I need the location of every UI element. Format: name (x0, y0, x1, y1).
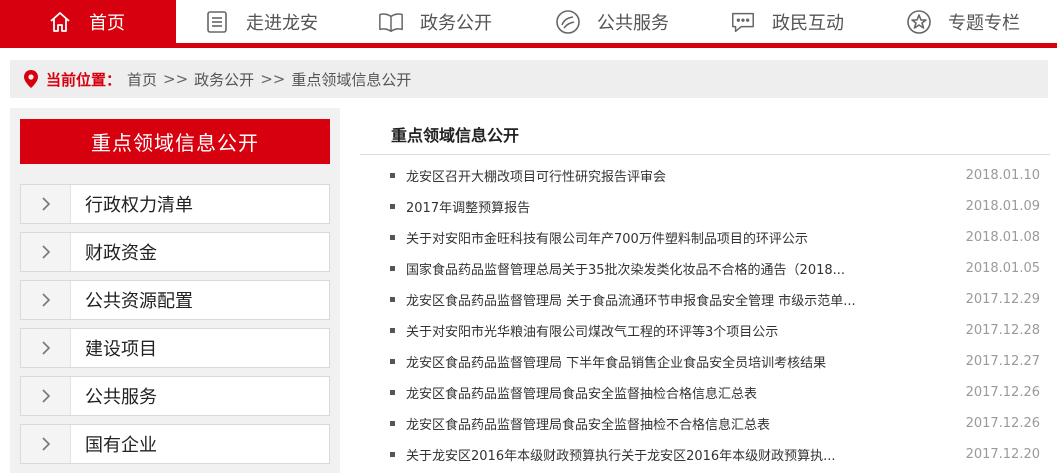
article-title[interactable]: 关于龙安区2016年本级财政预算执行关于龙安区2016年本级财政预算执... (406, 445, 960, 464)
sidebar-item-state-enterprise[interactable]: 国有企业 (20, 424, 330, 464)
breadcrumb-label: 当前位置： (46, 70, 122, 89)
breadcrumb-link-home[interactable]: 首页 (127, 69, 157, 90)
service-circle-icon (555, 9, 581, 35)
chevron-right-icon (21, 185, 71, 223)
bullet-square-icon (390, 452, 395, 457)
article-date: 2018.01.08 (965, 230, 1040, 245)
bullet-square-icon (390, 328, 395, 333)
list-item[interactable]: 龙安区召开大棚改项目可行性研究报告评审会 2018.01.10 (390, 160, 1040, 191)
open-book-icon (378, 9, 404, 35)
article-title[interactable]: 2017年调整预算报告 (406, 197, 960, 216)
nav-item-home[interactable]: 首页 (0, 0, 176, 43)
sidebar-item-label: 行政权力清单 (85, 195, 193, 216)
nav-item-label: 政民互动 (772, 12, 844, 34)
nav-item-gov-open[interactable]: 政务公开 (378, 0, 492, 43)
nav-item-label: 专题专栏 (948, 12, 1020, 34)
breadcrumb-separator: >> (260, 70, 286, 88)
chevron-right-icon (21, 377, 71, 415)
list-item[interactable]: 关于龙安区2016年本级财政预算执行关于龙安区2016年本级财政预算执... 2… (390, 439, 1040, 470)
sidebar: 重点领域信息公开 行政权力清单 财政资金 公共资源配置 建设项目 公共服务 国有 (10, 108, 340, 473)
article-title[interactable]: 龙安区食品药品监督管理局食品安全监督抽检不合格信息汇总表 (406, 414, 960, 433)
article-date: 2018.01.10 (965, 168, 1040, 183)
sidebar-title: 重点领域信息公开 (20, 119, 330, 164)
location-pin-icon (24, 70, 38, 88)
sidebar-item-public-resources[interactable]: 公共资源配置 (20, 280, 330, 320)
nav-item-label: 公共服务 (597, 12, 669, 34)
article-title[interactable]: 国家食品药品监督管理总局关于35批次染发类化妆品不合格的通告（2018... (406, 259, 960, 278)
breadcrumb-current: 重点领域信息公开 (291, 70, 412, 89)
chevron-right-icon (21, 281, 71, 319)
article-date: 2017.12.20 (965, 447, 1040, 462)
chat-bubble-icon (730, 9, 756, 35)
section-divider (360, 154, 1050, 155)
list-item[interactable]: 2017年调整预算报告 2018.01.09 (390, 191, 1040, 222)
main-nav: 首页 走进龙安 政务公开 公共服务 政民互动 专题专栏 (0, 0, 1057, 43)
article-title[interactable]: 龙安区食品药品监督管理局 关于食品流通环节申报食品安全管理 市级示范单... (406, 290, 960, 309)
article-date: 2017.12.26 (965, 416, 1040, 431)
document-list-icon (204, 9, 230, 35)
list-item[interactable]: 龙安区食品药品监督管理局食品安全监督抽检不合格信息汇总表 2017.12.26 (390, 408, 1040, 439)
list-item[interactable]: 国家食品药品监督管理总局关于35批次染发类化妆品不合格的通告（2018... 2… (390, 253, 1040, 284)
bullet-square-icon (390, 421, 395, 426)
list-item[interactable]: 龙安区食品药品监督管理局 关于食品流通环节申报食品安全管理 市级示范单... 2… (390, 284, 1040, 315)
sidebar-item-label: 公共资源配置 (85, 291, 193, 312)
article-title[interactable]: 关于对安阳市金旺科技有限公司年产700万件塑料制品项目的环评公示 (406, 228, 960, 247)
star-circle-icon (906, 9, 932, 35)
nav-item-special-topics[interactable]: 专题专栏 (906, 0, 1020, 43)
article-title[interactable]: 龙安区召开大棚改项目可行性研究报告评审会 (406, 166, 960, 185)
sidebar-item-public-service[interactable]: 公共服务 (20, 376, 330, 416)
chevron-right-icon (21, 329, 71, 367)
nav-item-label: 政务公开 (420, 12, 492, 34)
article-date: 2017.12.27 (965, 354, 1040, 369)
breadcrumb: 当前位置： 首页 >> 政务公开 >> 重点领域信息公开 (10, 60, 1048, 98)
bullet-square-icon (390, 297, 395, 302)
article-title[interactable]: 关于对安阳市光华粮油有限公司煤改气工程的环评等3个项目公示 (406, 321, 960, 340)
sidebar-item-label: 财政资金 (85, 243, 157, 264)
article-title[interactable]: 龙安区食品药品监督管理局 下半年食品销售企业食品安全员培训考核结果 (406, 352, 960, 371)
list-item[interactable]: 龙安区食品药品监督管理局食品安全监督抽检合格信息汇总表 2017.12.26 (390, 377, 1040, 408)
breadcrumb-link-gov-open[interactable]: 政务公开 (194, 69, 254, 90)
article-date: 2017.12.26 (965, 385, 1040, 400)
chevron-right-icon (21, 233, 71, 271)
chevron-right-icon (21, 425, 71, 463)
sidebar-item-construction[interactable]: 建设项目 (20, 328, 330, 368)
bullet-square-icon (390, 204, 395, 209)
bullet-square-icon (390, 266, 395, 271)
nav-accent-bar (0, 43, 1057, 48)
article-list: 龙安区召开大棚改项目可行性研究报告评审会 2018.01.10 2017年调整预… (390, 160, 1040, 470)
home-icon (47, 9, 73, 35)
article-date: 2018.01.05 (965, 261, 1040, 276)
bullet-square-icon (390, 390, 395, 395)
bullet-square-icon (390, 359, 395, 364)
bullet-square-icon (390, 235, 395, 240)
sidebar-item-label: 公共服务 (85, 387, 157, 408)
article-date: 2018.01.09 (965, 199, 1040, 214)
nav-item-about[interactable]: 走进龙安 (204, 0, 318, 43)
section-title: 重点领域信息公开 (391, 126, 520, 145)
breadcrumb-separator: >> (163, 70, 189, 88)
article-title[interactable]: 龙安区食品药品监督管理局食品安全监督抽检合格信息汇总表 (406, 383, 960, 402)
list-item[interactable]: 龙安区食品药品监督管理局 下半年食品销售企业食品安全员培训考核结果 2017.1… (390, 346, 1040, 377)
article-date: 2017.12.29 (965, 292, 1040, 307)
list-item[interactable]: 关于对安阳市金旺科技有限公司年产700万件塑料制品项目的环评公示 2018.01… (390, 222, 1040, 253)
sidebar-item-finance[interactable]: 财政资金 (20, 232, 330, 272)
sidebar-item-label: 国有企业 (85, 435, 157, 456)
nav-item-public-service[interactable]: 公共服务 (555, 0, 669, 43)
sidebar-item-label: 建设项目 (85, 339, 157, 360)
nav-item-label: 首页 (89, 12, 125, 34)
nav-item-label: 走进龙安 (246, 12, 318, 34)
list-item[interactable]: 关于对安阳市光华粮油有限公司煤改气工程的环评等3个项目公示 2017.12.28 (390, 315, 1040, 346)
bullet-square-icon (390, 173, 395, 178)
sidebar-item-power-list[interactable]: 行政权力清单 (20, 184, 330, 224)
article-date: 2017.12.28 (965, 323, 1040, 338)
nav-item-interaction[interactable]: 政民互动 (730, 0, 844, 43)
